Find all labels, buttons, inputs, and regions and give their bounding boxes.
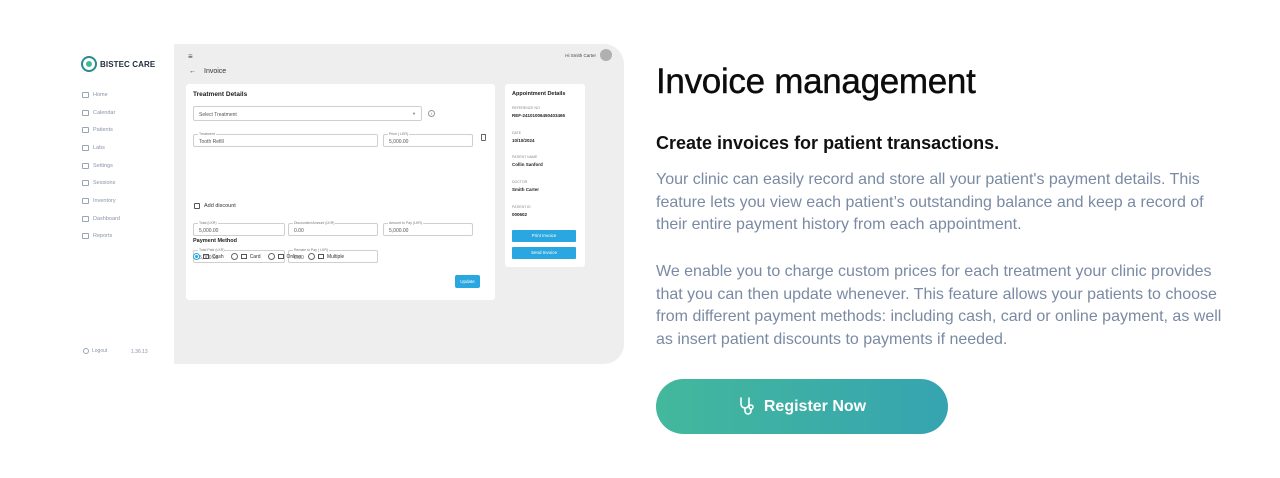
logout-link: Logout [83, 348, 107, 354]
date-value: 10/10/2024 [512, 138, 535, 143]
hamburger-menu-icon: ≡ [188, 52, 193, 61]
description-paragraph-1: Your clinic can easily record and store … [656, 171, 1204, 234]
payment-method-options: Cash Card Online Multiple [193, 253, 344, 260]
version-label: 1.36.13 [131, 349, 148, 355]
sidebar-item-dashboard: Dashboard [82, 210, 120, 228]
section-subheading: Create invoices for patient transactions… [656, 133, 1000, 153]
register-now-button[interactable]: Register Now [656, 379, 948, 434]
patient-name-label: PATIENT NAME [512, 155, 538, 159]
sidebar-item-inventory: Inventory [82, 192, 120, 210]
patient-id-value: 000602 [512, 212, 528, 217]
stethoscope-icon [740, 396, 754, 415]
logo-icon [81, 56, 97, 72]
sessions-icon [82, 180, 89, 187]
treatment-select: Select Treatment ▼ [193, 106, 422, 121]
sidebar-item-calendar: Calendar [82, 104, 120, 122]
radio-card [230, 253, 238, 260]
brand-logo: BISTEC CARE [81, 56, 155, 72]
user-greeting: Hi Smith Carter [565, 49, 612, 61]
add-discount-row: Add discount [194, 203, 236, 209]
page: BISTEC CARE Home Calendar Patients Labs … [0, 0, 1280, 478]
appointment-card: Appointment Details REFERENCE NO REF-241… [505, 84, 585, 267]
price-field: Price ( LKR) 5,000.00 [383, 132, 473, 147]
send-invoice-button: Send Invoice [512, 247, 576, 259]
description-paragraph-2: We enable you to charge custom prices fo… [656, 263, 1222, 349]
laptop-icon [277, 254, 284, 259]
inventory-icon [82, 197, 89, 204]
ref-label: REFERENCE NO [512, 106, 540, 110]
sidebar-item-reports: Reports [82, 228, 120, 246]
radio-cash [193, 253, 200, 260]
treatment-title: Treatment Details [193, 91, 248, 98]
calendar-icon [82, 109, 89, 116]
cash-icon [203, 254, 209, 259]
reports-icon [82, 233, 89, 240]
total-field: Total (LKR) 5,000.00 [193, 221, 285, 236]
section-heading: Invoice management [656, 62, 976, 101]
appointment-title: Appointment Details [512, 91, 566, 97]
sidebar-nav: Home Calendar Patients Labs Settings Ses… [82, 86, 120, 245]
mockup-main: ≡ Hi Smith Carter ← Invoice Treatment De… [174, 44, 624, 364]
sidebar-item-sessions: Sessions [82, 174, 120, 192]
treatment-card: Treatment Details Select Treatment ▼ i T… [186, 84, 495, 300]
multiple-icon [317, 254, 324, 259]
amount-to-pay-field: Amount to Pay (LKR) 5,000.00 [383, 221, 473, 236]
info-icon: i [428, 110, 435, 117]
register-now-label: Register Now [763, 397, 867, 415]
patients-icon [82, 127, 89, 134]
mockup-sidebar: BISTEC CARE Home Calendar Patients Labs … [72, 44, 174, 364]
discount-field: Discounted Amount (LKR) 0.00 [288, 221, 378, 236]
print-invoice-button: Print Invoice [512, 230, 576, 242]
update-button: Update [455, 275, 480, 288]
doctor-value: Smith Carter [512, 187, 540, 192]
radio-multiple [307, 253, 315, 260]
page-title: Invoice [204, 68, 227, 75]
breadcrumb: ← Invoice [189, 68, 226, 75]
ref-value: REF-24101006450403465 [512, 113, 566, 118]
doctor-label: DOCTOR [512, 180, 528, 184]
power-icon [83, 348, 89, 354]
patient-name-value: Collin Sanford [512, 162, 543, 167]
sidebar-item-home: Home [82, 86, 120, 104]
date-label: DATE [512, 131, 522, 135]
trash-icon [481, 134, 486, 141]
sidebar-item-patients: Patients [82, 121, 120, 139]
payment-method-title: Payment Method [193, 238, 238, 244]
gear-icon [82, 162, 89, 169]
sidebar-item-labs: Labs [82, 139, 120, 157]
patient-id-label: PATIENT ID [512, 205, 531, 209]
chevron-down-icon: ▼ [412, 111, 416, 116]
radio-online [267, 253, 275, 260]
dashboard-icon [82, 215, 89, 222]
card-icon [240, 254, 247, 259]
treatment-field: Treatment Tooth Refill [193, 132, 378, 147]
avatar [600, 49, 612, 61]
discount-checkbox [194, 203, 200, 209]
sidebar-item-settings: Settings [82, 157, 120, 175]
home-icon [82, 91, 89, 98]
app-mockup: BISTEC CARE Home Calendar Patients Labs … [72, 44, 624, 364]
labs-icon [82, 144, 89, 151]
brand-name: BISTEC CARE [100, 59, 156, 69]
back-arrow-icon: ← [189, 68, 196, 75]
